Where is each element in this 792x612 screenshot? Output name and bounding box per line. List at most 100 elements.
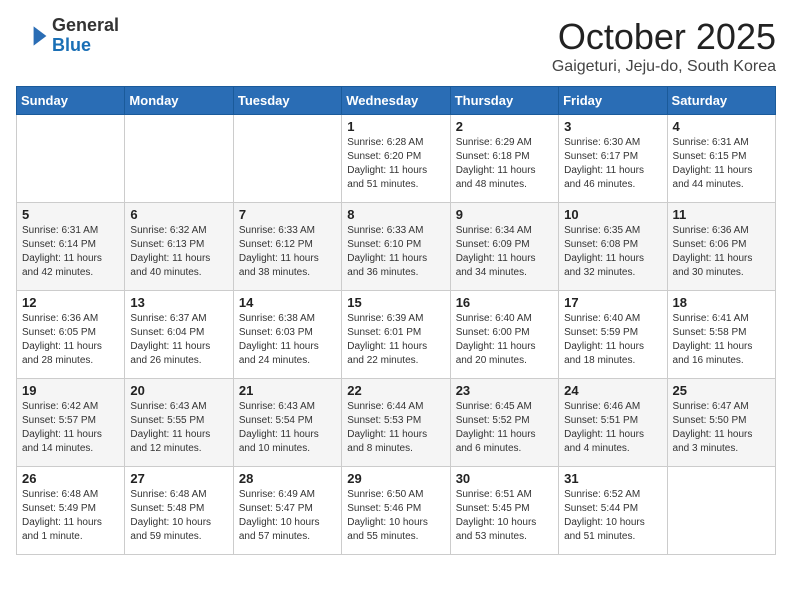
cell-info: Sunrise: 6:46 AM Sunset: 5:51 PM Dayligh…: [564, 400, 661, 456]
day-number: 12: [22, 295, 119, 310]
calendar-cell: 16 Sunrise: 6:40 AM Sunset: 6:00 PM Dayli…: [450, 291, 558, 379]
cell-info: Sunrise: 6:51 AM Sunset: 5:45 PM Dayligh…: [456, 488, 553, 544]
calendar-cell: 10Sunrise: 6:35 AM Sunset: 6:08 PM Dayli…: [559, 203, 667, 291]
day-number: 23: [456, 383, 553, 398]
calendar-cell: [233, 115, 341, 203]
calendar-cell: [667, 467, 775, 555]
cell-info: Sunrise: 6:36 AM Sunset: 6:06 PM Dayligh…: [673, 224, 770, 280]
logo: General Blue: [16, 16, 119, 56]
day-number: 5: [22, 207, 119, 222]
day-number: 15: [347, 295, 444, 310]
weekday-header-wednesday: Wednesday: [342, 87, 450, 115]
calendar-cell: 2 Sunrise: 6:29 AM Sunset: 6:18 PM Daylig…: [450, 115, 558, 203]
calendar-cell: 3 Sunrise: 6:30 AM Sunset: 6:17 PM Daylig…: [559, 115, 667, 203]
calendar-cell: 11Sunrise: 6:36 AM Sunset: 6:06 PM Dayli…: [667, 203, 775, 291]
calendar-cell: 4Sunrise: 6:31 AM Sunset: 6:15 PM Daylig…: [667, 115, 775, 203]
day-number: 31: [564, 471, 661, 486]
day-number: 2: [456, 119, 553, 134]
cell-info: Sunrise: 6:50 AM Sunset: 5:46 PM Dayligh…: [347, 488, 444, 544]
cell-info: Sunrise: 6:42 AM Sunset: 5:57 PM Dayligh…: [22, 400, 119, 456]
calendar-week-5: 26 Sunrise: 6:48 AM Sunset: 5:49 PM Dayli…: [17, 467, 776, 555]
calendar-cell: 7Sunrise: 6:33 AM Sunset: 6:12 PM Daylig…: [233, 203, 341, 291]
cell-info: Sunrise: 6:48 AM Sunset: 5:49 PM Dayligh…: [22, 488, 119, 544]
calendar-cell: 24 Sunrise: 6:46 AM Sunset: 5:51 PM Dayli…: [559, 379, 667, 467]
day-number: 8: [347, 207, 444, 222]
cell-info: Sunrise: 6:30 AM Sunset: 6:17 PM Dayligh…: [564, 136, 661, 192]
calendar-cell: [125, 115, 233, 203]
cell-info: Sunrise: 6:52 AM Sunset: 5:44 PM Dayligh…: [564, 488, 661, 544]
day-number: 30: [456, 471, 553, 486]
calendar-cell: 27 Sunrise: 6:48 AM Sunset: 5:48 PM Dayli…: [125, 467, 233, 555]
day-number: 16: [456, 295, 553, 310]
calendar-cell: 29 Sunrise: 6:50 AM Sunset: 5:46 PM Dayli…: [342, 467, 450, 555]
day-number: 19: [22, 383, 119, 398]
cell-info: Sunrise: 6:44 AM Sunset: 5:53 PM Dayligh…: [347, 400, 444, 456]
cell-info: Sunrise: 6:39 AM Sunset: 6:01 PM Dayligh…: [347, 312, 444, 368]
day-number: 24: [564, 383, 661, 398]
day-number: 29: [347, 471, 444, 486]
weekday-header-friday: Friday: [559, 87, 667, 115]
day-number: 6: [130, 207, 227, 222]
weekday-header-monday: Monday: [125, 87, 233, 115]
day-number: 17: [564, 295, 661, 310]
weekday-header-sunday: Sunday: [17, 87, 125, 115]
logo-general-text: General: [52, 16, 119, 36]
weekday-header-saturday: Saturday: [667, 87, 775, 115]
calendar-week-2: 5 Sunrise: 6:31 AM Sunset: 6:14 PM Daylig…: [17, 203, 776, 291]
page-header: General Blue October 2025 Gaigeturi, Jej…: [16, 16, 776, 76]
day-number: 26: [22, 471, 119, 486]
day-number: 14: [239, 295, 336, 310]
cell-info: Sunrise: 6:45 AM Sunset: 5:52 PM Dayligh…: [456, 400, 553, 456]
month-title: October 2025: [552, 16, 776, 58]
cell-info: Sunrise: 6:41 AM Sunset: 5:58 PM Dayligh…: [673, 312, 770, 368]
day-number: 7: [239, 207, 336, 222]
day-number: 27: [130, 471, 227, 486]
calendar-week-1: 1Sunrise: 6:28 AM Sunset: 6:20 PM Daylig…: [17, 115, 776, 203]
cell-info: Sunrise: 6:47 AM Sunset: 5:50 PM Dayligh…: [673, 400, 770, 456]
cell-info: Sunrise: 6:38 AM Sunset: 6:03 PM Dayligh…: [239, 312, 336, 368]
day-number: 10: [564, 207, 661, 222]
calendar-cell: 31 Sunrise: 6:52 AM Sunset: 5:44 PM Dayli…: [559, 467, 667, 555]
cell-info: Sunrise: 6:37 AM Sunset: 6:04 PM Dayligh…: [130, 312, 227, 368]
day-number: 21: [239, 383, 336, 398]
cell-info: Sunrise: 6:31 AM Sunset: 6:15 PM Dayligh…: [673, 136, 770, 192]
calendar-cell: 20 Sunrise: 6:43 AM Sunset: 5:55 PM Dayli…: [125, 379, 233, 467]
day-number: 9: [456, 207, 553, 222]
cell-info: Sunrise: 6:31 AM Sunset: 6:14 PM Dayligh…: [22, 224, 119, 280]
cell-info: Sunrise: 6:43 AM Sunset: 5:55 PM Dayligh…: [130, 400, 227, 456]
weekday-header-row: SundayMondayTuesdayWednesdayThursdayFrid…: [17, 87, 776, 115]
cell-info: Sunrise: 6:34 AM Sunset: 6:09 PM Dayligh…: [456, 224, 553, 280]
calendar-cell: 5 Sunrise: 6:31 AM Sunset: 6:14 PM Daylig…: [17, 203, 125, 291]
logo-icon: [16, 20, 48, 52]
calendar-cell: 17 Sunrise: 6:40 AM Sunset: 5:59 PM Dayli…: [559, 291, 667, 379]
day-number: 13: [130, 295, 227, 310]
title-block: October 2025 Gaigeturi, Jeju-do, South K…: [552, 16, 776, 76]
cell-info: Sunrise: 6:36 AM Sunset: 6:05 PM Dayligh…: [22, 312, 119, 368]
calendar-table: SundayMondayTuesdayWednesdayThursdayFrid…: [16, 86, 776, 555]
cell-info: Sunrise: 6:33 AM Sunset: 6:10 PM Dayligh…: [347, 224, 444, 280]
day-number: 3: [564, 119, 661, 134]
calendar-cell: 21 Sunrise: 6:43 AM Sunset: 5:54 PM Dayli…: [233, 379, 341, 467]
cell-info: Sunrise: 6:29 AM Sunset: 6:18 PM Dayligh…: [456, 136, 553, 192]
calendar-cell: 19 Sunrise: 6:42 AM Sunset: 5:57 PM Dayli…: [17, 379, 125, 467]
day-number: 28: [239, 471, 336, 486]
calendar-cell: 14 Sunrise: 6:38 AM Sunset: 6:03 PM Dayli…: [233, 291, 341, 379]
calendar-cell: 15 Sunrise: 6:39 AM Sunset: 6:01 PM Dayli…: [342, 291, 450, 379]
cell-info: Sunrise: 6:48 AM Sunset: 5:48 PM Dayligh…: [130, 488, 227, 544]
calendar-week-3: 12 Sunrise: 6:36 AM Sunset: 6:05 PM Dayli…: [17, 291, 776, 379]
cell-info: Sunrise: 6:40 AM Sunset: 6:00 PM Dayligh…: [456, 312, 553, 368]
calendar-cell: 26 Sunrise: 6:48 AM Sunset: 5:49 PM Dayli…: [17, 467, 125, 555]
day-number: 22: [347, 383, 444, 398]
day-number: 1: [347, 119, 444, 134]
cell-info: Sunrise: 6:43 AM Sunset: 5:54 PM Dayligh…: [239, 400, 336, 456]
cell-info: Sunrise: 6:40 AM Sunset: 5:59 PM Dayligh…: [564, 312, 661, 368]
location-subtitle: Gaigeturi, Jeju-do, South Korea: [552, 58, 776, 76]
calendar-cell: [17, 115, 125, 203]
calendar-cell: 22 Sunrise: 6:44 AM Sunset: 5:53 PM Dayli…: [342, 379, 450, 467]
calendar-cell: 6Sunrise: 6:32 AM Sunset: 6:13 PM Daylig…: [125, 203, 233, 291]
day-number: 25: [673, 383, 770, 398]
calendar-cell: 1Sunrise: 6:28 AM Sunset: 6:20 PM Daylig…: [342, 115, 450, 203]
day-number: 20: [130, 383, 227, 398]
cell-info: Sunrise: 6:49 AM Sunset: 5:47 PM Dayligh…: [239, 488, 336, 544]
calendar-cell: 25 Sunrise: 6:47 AM Sunset: 5:50 PM Dayli…: [667, 379, 775, 467]
